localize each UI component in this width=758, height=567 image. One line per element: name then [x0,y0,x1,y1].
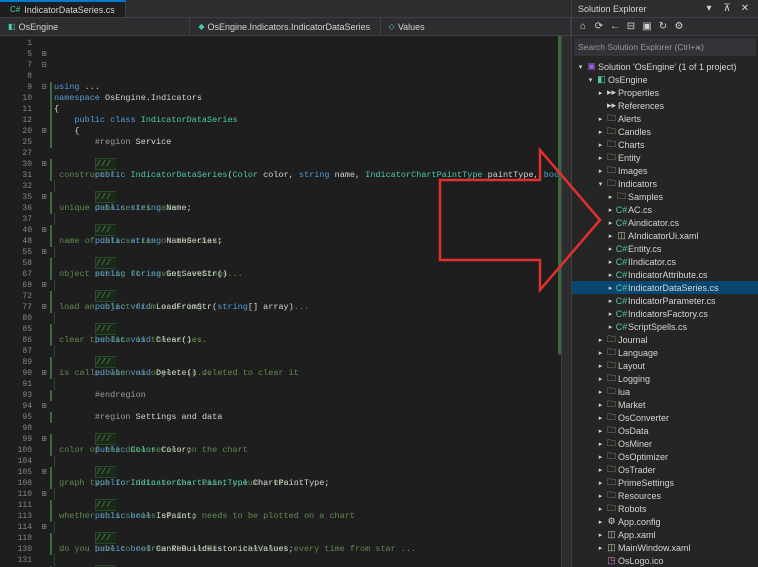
tree-item[interactable]: ▸🗀Entity [572,151,758,164]
csharp-icon: C# [10,5,20,14]
home-icon[interactable]: ⌂ [576,20,590,34]
tree-item[interactable]: ▾🗀Indicators [572,177,758,190]
tree-item[interactable]: ▸◫AIndicatorUi.xaml [572,229,758,242]
tree-item[interactable]: ▸🗀OsData [572,424,758,437]
nav-class[interactable]: ◆ OsEngine.Indicators.IndicatorDataSerie… [190,18,380,35]
tab-file[interactable]: C# IndicatorDataSeries.cs [0,0,126,17]
class-icon: ◆ [198,22,204,31]
code-editor[interactable]: 1578910111220252730313235363740485558676… [0,36,571,567]
navigation-bar: ◧ OsEngine ◆ OsEngine.Indicators.Indicat… [0,18,571,36]
tree-item[interactable]: ▸🗀OsMiner [572,437,758,450]
tree-item[interactable]: ▸🗀Market [572,398,758,411]
tab-bar: C# IndicatorDataSeries.cs [0,0,571,18]
tree-item[interactable]: ▸C#IndicatorsFactory.cs [572,307,758,320]
tab-title: IndicatorDataSeries.cs [24,5,115,15]
nav-project[interactable]: ◧ OsEngine [0,18,190,35]
collapse-icon[interactable]: ⊟ [624,20,638,34]
tree-item[interactable]: ▸C#AC.cs [572,203,758,216]
project-icon: ◧ [8,22,16,31]
tree-item[interactable]: ▸🗀Samples [572,190,758,203]
back-icon[interactable]: ← [608,20,622,34]
sync-icon[interactable]: ⟳ [592,20,606,34]
tree-item[interactable]: ▸C#ScriptSpells.cs [572,320,758,333]
tree-item[interactable]: ▸▸▸Properties [572,86,758,99]
tree-item[interactable]: ▸C#IIndicator.cs [572,255,758,268]
tree-item[interactable]: ▸🗀Alerts [572,112,758,125]
tree-item[interactable]: ▸🗀Journal [572,333,758,346]
tree-item[interactable]: ▸C#Entity.cs [572,242,758,255]
tree-item[interactable]: ▸C#IndicatorDataSeries.cs [572,281,758,294]
editor-pane: C# IndicatorDataSeries.cs ◧ OsEngine ◆ O… [0,0,571,567]
tree-item[interactable]: ▸🗀OsConverter [572,411,758,424]
fold-column[interactable]: ⊞⊟⊟⊞⊞⊞⊞⊞⊞⊞⊞⊞⊞⊞⊞⊞ [38,36,50,567]
tree-item[interactable]: ▸🗀OsOptimizer [572,450,758,463]
tree-item[interactable]: ▸🗀Language [572,346,758,359]
solution-explorer: Solution Explorer ▾ ⊼ ✕ ⌂ ⟳ ← ⊟ ▣ ↻ ⚙ Se… [571,0,758,567]
tree-item[interactable]: ▸C#IndicatorParameter.cs [572,294,758,307]
tree-item[interactable]: ▸🗀Resources [572,489,758,502]
pin-icon[interactable]: ⊼ [720,2,734,16]
tree-item[interactable]: ▸C#Aindicator.cs [572,216,758,229]
scroll-map[interactable] [561,36,571,567]
solution-tree[interactable]: ▾ ▣ Solution 'OsEngine' (1 of 1 project)… [572,58,758,567]
tree-item[interactable]: ▸🗀Charts [572,138,758,151]
refresh-icon[interactable]: ↻ [656,20,670,34]
tree-item[interactable]: ▸🗀Logging [572,372,758,385]
tree-item[interactable]: ▸🗀Images [572,164,758,177]
tree-item[interactable]: ▸🗀Candles [572,125,758,138]
tree-item[interactable]: ▸🗀lua [572,385,758,398]
properties-icon[interactable]: ⚙ [672,20,686,34]
tree-item[interactable]: ▸🗀OsTrader [572,463,758,476]
code-content[interactable]: using ...namespace OsEngine.Indicators{ … [50,36,561,567]
tree-item[interactable]: ▸⚙App.config [572,515,758,528]
search-input[interactable]: Search Solution Explorer (Ctrl+ж) [574,38,756,56]
tree-item[interactable]: ▸◫App.xaml [572,528,758,541]
tree-item[interactable]: ▾◧OsEngine [572,73,758,86]
dropdown-icon[interactable]: ▾ [702,2,716,16]
toolbar: ⌂ ⟳ ← ⊟ ▣ ↻ ⚙ [572,18,758,36]
tree-item[interactable]: ▸🗀PrimeSettings [572,476,758,489]
line-gutter: 1578910111220252730313235363740485558676… [0,36,38,567]
tree-item[interactable]: ▸🗀Robots [572,502,758,515]
showall-icon[interactable]: ▣ [640,20,654,34]
tree-item[interactable]: ◳OsLogo.ico [572,554,758,567]
solution-root[interactable]: ▾ ▣ Solution 'OsEngine' (1 of 1 project) [572,60,758,73]
solution-icon: ▣ [585,61,598,72]
close-icon[interactable]: ✕ [738,2,752,16]
change-tracker [558,36,561,567]
field-icon: ◇ [389,22,395,31]
expand-icon[interactable]: ▾ [576,63,585,71]
tree-item[interactable]: ▸◫MainWindow.xaml [572,541,758,554]
nav-member[interactable]: ◇ Values [381,18,571,35]
panel-header: Solution Explorer ▾ ⊼ ✕ [572,0,758,18]
tree-item[interactable]: ▸🗀Layout [572,359,758,372]
tree-item[interactable]: ▸C#IndicatorAttribute.cs [572,268,758,281]
tree-item[interactable]: ▸▸References [572,99,758,112]
